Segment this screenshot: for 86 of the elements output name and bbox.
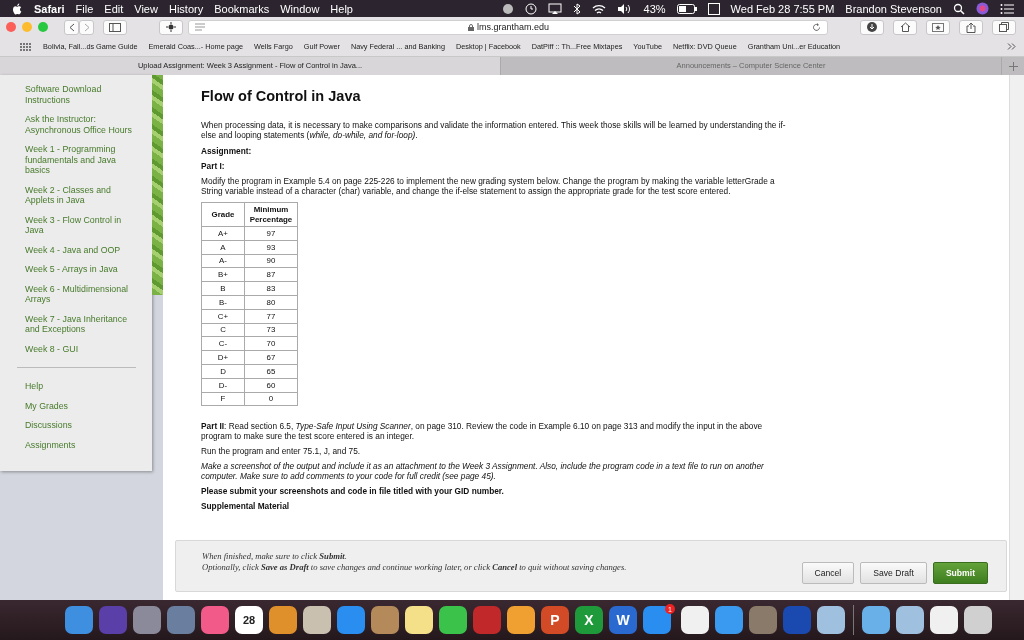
form-button[interactable]: Cancel — [801, 562, 855, 584]
apple-icon[interactable] — [12, 2, 23, 15]
download-button[interactable] — [860, 19, 884, 35]
sidebar-link[interactable]: Software Download Instructions — [25, 84, 136, 105]
dock-stack-icon[interactable] — [930, 606, 958, 634]
menu-item[interactable]: Bookmarks — [214, 2, 270, 15]
app-icon[interactable]: P — [541, 606, 569, 634]
sidebar-link[interactable]: Week 6 - Multidimensional Arrays — [25, 283, 136, 305]
menu-item[interactable]: History — [168, 2, 204, 15]
scrollbar[interactable] — [1009, 75, 1024, 600]
app-menu[interactable]: Safari — [34, 2, 65, 15]
instruction-paragraph: Part II: Read section 6.5, Type-Safe Input Using Scanner, on page 310. Review the code in Example 6.10 on page 313 and modify the input in the above program to make sure the test score entered is an integer. — [201, 421, 764, 442]
list-icon[interactable] — [1000, 2, 1014, 15]
share-button[interactable] — [959, 19, 983, 35]
sidebar-link[interactable]: Week 7 - Java Inheritance and Exceptions — [25, 313, 136, 335]
section-heading: Part I: — [201, 161, 226, 171]
instruction-paragraph: Run the program and enter 75.1, J, and 75. — [201, 446, 362, 457]
sidebar-link[interactable]: Ask the Instructor: Asynchronous Office Hours — [25, 114, 136, 135]
sidebar-link[interactable]: Discussions — [25, 420, 136, 431]
menu-clock[interactable]: Wed Feb 28 7:55 PM — [730, 2, 835, 15]
instruction-paragraph: Modify the program in Example 5.4 on page 225-226 to implement the new grading system below. Change the program by making the variable letterGrade a String variable instead of a character (char) variable, and change the if-else statement to assign the appropriate grade for the test score entered. — [201, 176, 776, 196]
battery-icon[interactable] — [676, 3, 697, 14]
star-icon — [932, 22, 944, 32]
menu-item[interactable]: Edit — [104, 2, 124, 15]
sidebar-icon — [109, 22, 121, 32]
app-icon[interactable] — [681, 606, 709, 634]
display-icon[interactable] — [547, 2, 562, 15]
home-icon — [899, 22, 911, 32]
search-icon[interactable] — [953, 2, 965, 15]
footer-note: Optionally, click Save as Draft to save changes and continue working later, or click Cancel to quit without saving changes. — [202, 562, 628, 573]
extension-button[interactable] — [159, 19, 183, 35]
back-icon — [68, 22, 75, 32]
tabs-button[interactable] — [992, 19, 1016, 35]
app-icon[interactable]: X — [575, 606, 603, 634]
menu-item[interactable]: Help — [330, 2, 353, 15]
app-icon[interactable]: W — [609, 606, 637, 634]
sidebar-link[interactable]: Week 1 - Programming fundamentals and Java basics — [25, 144, 136, 176]
sidebar-link[interactable]: Assignments — [25, 439, 136, 450]
grid-icon[interactable] — [20, 42, 32, 51]
sidebar-link[interactable]: Help — [25, 381, 136, 392]
sidebar-button[interactable] — [103, 19, 127, 35]
tabs-icon — [999, 22, 1009, 32]
battery-percent: 43% — [643, 2, 666, 15]
app-icon[interactable] — [817, 606, 845, 634]
wifi-icon[interactable] — [591, 2, 606, 15]
submit-button[interactable]: Submit — [932, 562, 988, 584]
form-button[interactable]: Save Draft — [860, 562, 927, 584]
section-heading: Assignment: — [201, 146, 253, 156]
app-icon[interactable] — [405, 606, 433, 634]
instruction-paragraph: Make a screenshot of the output and include it as an attachment to the Week 3 Assignment. Also, include the program code in a text file to run on another computer. Make sure to add comments to your code for full credit (see page 45). — [201, 461, 765, 482]
back-button[interactable] — [64, 19, 79, 35]
siri-icon[interactable] — [976, 2, 989, 15]
app-icon[interactable]: 28 — [235, 606, 263, 634]
app-icon[interactable] — [303, 606, 331, 634]
sidebar-link[interactable]: Week 8 - GUI — [25, 343, 136, 354]
download-icon — [867, 22, 877, 32]
footer-note: When finished, make sure to click Submit. — [202, 551, 348, 562]
volume-icon[interactable] — [616, 2, 633, 15]
menu-item[interactable]: View — [134, 2, 158, 15]
bluetooth-icon[interactable] — [572, 2, 581, 15]
app-icon[interactable] — [269, 606, 297, 634]
user-name[interactable]: Brandon Stevenson — [845, 2, 942, 15]
submit-note: Please submit your screenshots and code in file titled with your GID number. — [201, 486, 505, 497]
sidebar-link[interactable]: Week 5 - Arrays in Java — [25, 264, 136, 275]
section-heading: Supplemental Material — [201, 501, 291, 512]
sidebar-link[interactable]: My Grades — [25, 400, 136, 411]
status-icon[interactable] — [501, 2, 514, 15]
app-icon[interactable] — [507, 606, 535, 634]
share-icon — [966, 21, 976, 33]
dock-stack-icon[interactable] — [862, 606, 890, 634]
dock-stack-icon[interactable] — [964, 606, 992, 634]
bookmark-button[interactable] — [926, 19, 950, 35]
home-button[interactable] — [893, 19, 917, 35]
page-title: Flow of Control in Java — [201, 88, 362, 104]
sidebar-link[interactable]: Week 2 - Classes and Applets in Java — [25, 184, 136, 206]
dock-stack-icon[interactable] — [896, 606, 924, 634]
clock-icon[interactable] — [524, 2, 537, 15]
address-bar[interactable]: lms.grantham.edu — [188, 19, 828, 35]
menu-item[interactable]: File — [75, 2, 94, 15]
sidebar-link[interactable]: Week 3 - Flow Control in Java — [25, 214, 136, 236]
intro-paragraph: When processing data, it is necessary to make comparisons and validate the information entered. This week those skills will be learned by understanding the if-else and looping statements (while, do-while, and for-loop). — [201, 120, 786, 140]
menu-item[interactable]: Window — [280, 2, 320, 15]
sidebar-link[interactable]: Week 4 - Java and OOP — [25, 244, 136, 255]
forward-icon — [83, 22, 90, 32]
app-icon[interactable] — [439, 606, 467, 634]
sun-icon — [166, 22, 176, 32]
